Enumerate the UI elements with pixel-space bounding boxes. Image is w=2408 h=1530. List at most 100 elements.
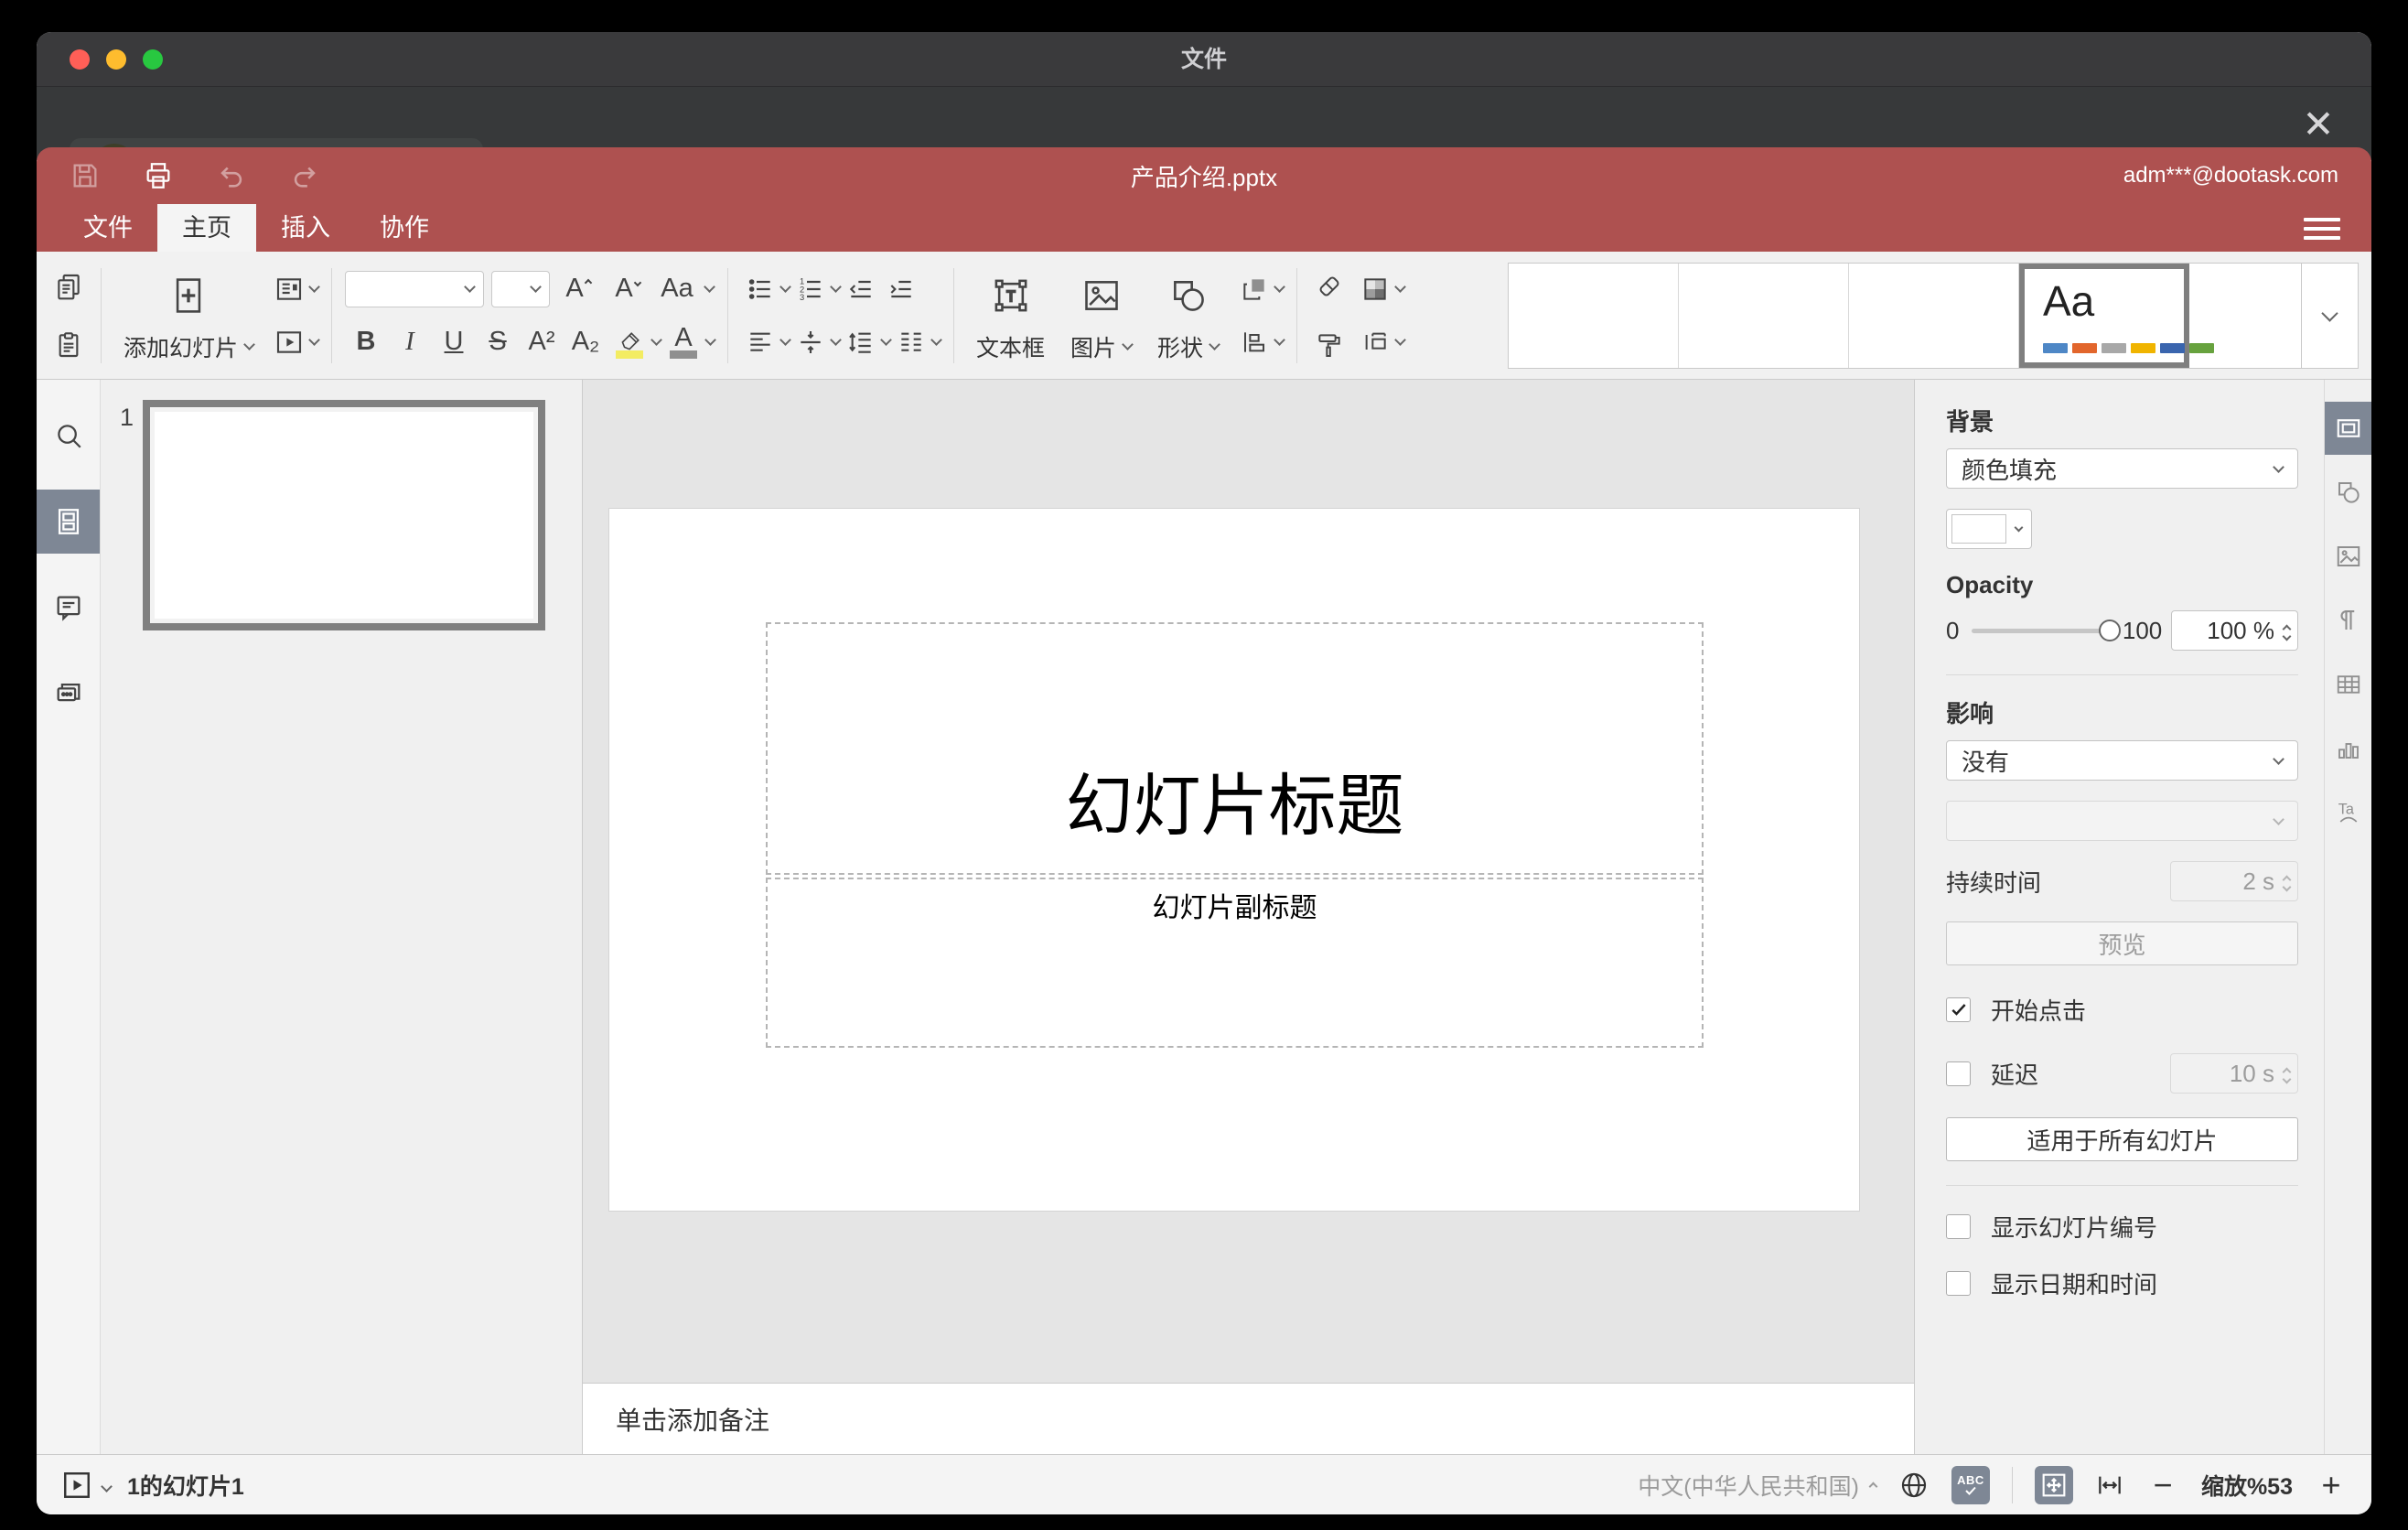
globe-icon[interactable] [1898, 1470, 1930, 1501]
slideshow-options-chevron-icon[interactable] [101, 1481, 113, 1492]
search-icon[interactable] [37, 404, 100, 468]
delay-checkbox[interactable] [1946, 1061, 1971, 1086]
fit-width-icon[interactable] [2095, 1471, 2124, 1500]
theme-thumbnail-selected[interactable]: Aa [2019, 263, 2214, 368]
image-settings-icon[interactable] [2325, 530, 2371, 583]
copy-button[interactable] [49, 264, 88, 308]
shape-settings-icon[interactable] [2325, 466, 2371, 519]
decrease-indent-button[interactable] [842, 267, 880, 311]
horizontal-align-button[interactable] [741, 320, 779, 364]
zoom-in-button[interactable]: + [2315, 1466, 2348, 1504]
paragraph-settings-icon[interactable] [2325, 594, 2371, 647]
macos-titlebar: 文件 [37, 32, 2371, 87]
print-icon[interactable] [143, 160, 174, 191]
title-placeholder[interactable]: 幻灯片标题 [766, 622, 1704, 875]
opacity-spinner[interactable]: 100 % [2171, 610, 2298, 651]
superscript-button[interactable]: A² [521, 320, 563, 364]
arrange-shape-button[interactable] [1235, 267, 1274, 311]
slide-thumbnail-selected[interactable] [143, 400, 545, 630]
tab-home[interactable]: 主页 [157, 204, 256, 252]
bullets-button[interactable] [741, 267, 779, 311]
numbering-button[interactable]: 123 [791, 267, 830, 311]
chat-icon[interactable] [37, 662, 100, 726]
theme-thumbnail[interactable] [1849, 263, 2019, 368]
preview-button: 预览 [1946, 921, 2298, 965]
shape-button[interactable]: 形状 [1148, 264, 1228, 367]
menu-icon[interactable] [2304, 215, 2340, 242]
svg-text:3: 3 [800, 293, 804, 302]
font-size-select[interactable] [491, 270, 551, 307]
notes-input[interactable]: 单击添加备注 [583, 1383, 1914, 1454]
decrease-font-button[interactable]: A [607, 267, 649, 311]
divider [1946, 674, 2298, 675]
slide-subtitle-text: 幻灯片副标题 [1152, 893, 1317, 923]
subtitle-placeholder[interactable]: 幻灯片副标题 [766, 878, 1704, 1048]
bold-button[interactable]: B [345, 320, 387, 364]
font-name-select[interactable] [345, 270, 485, 307]
effect-select[interactable]: 没有 [1946, 740, 2298, 781]
show-slide-number-checkbox[interactable] [1946, 1213, 1971, 1239]
line-spacing-button[interactable] [842, 320, 880, 364]
text-art-settings-icon[interactable]: Ta [2325, 786, 2371, 839]
highlight-color-button[interactable] [608, 320, 650, 364]
tab-file[interactable]: 文件 [59, 204, 157, 252]
undo-icon[interactable] [216, 160, 247, 191]
comments-icon[interactable] [37, 576, 100, 640]
background-fill-select[interactable]: 颜色填充 [1946, 448, 2298, 489]
paste-button[interactable] [49, 323, 88, 367]
background-color-picker[interactable] [1946, 509, 2032, 549]
underline-button[interactable]: U [433, 320, 475, 364]
add-slide-button[interactable]: 添加幻灯片 [114, 264, 263, 367]
slide-layout-button[interactable] [270, 267, 308, 311]
tab-insert[interactable]: 插入 [256, 204, 355, 252]
increase-font-button[interactable]: A [557, 267, 599, 311]
theme-gallery-expand-button[interactable] [2302, 262, 2359, 369]
delay-label: 延迟 [1991, 1061, 2039, 1089]
image-icon [1081, 266, 1122, 325]
spellcheck-icon[interactable]: ABC [1951, 1465, 1990, 1504]
document-title: 产品介绍.pptx [1130, 163, 1278, 191]
close-icon[interactable]: ✕ [2293, 98, 2344, 149]
opacity-slider[interactable] [1972, 620, 2121, 641]
fit-slide-icon[interactable] [2034, 1465, 2073, 1504]
redo-icon[interactable] [289, 160, 320, 191]
start-slideshow-status-icon[interactable] [60, 1469, 93, 1502]
status-bar: 1的幻灯片1 中文(中华人民共和国) ABC − 缩放%53 + [37, 1454, 2371, 1514]
clipboard-group [49, 264, 88, 367]
increase-indent-button[interactable] [882, 267, 920, 311]
slide-size-button[interactable] [1356, 320, 1394, 364]
apply-to-all-slides-button[interactable]: 适用于所有幻灯片 [1946, 1117, 2298, 1161]
save-icon[interactable] [70, 160, 101, 191]
columns-button[interactable] [892, 320, 930, 364]
vertical-align-button[interactable] [791, 320, 830, 364]
start-on-click-checkbox[interactable] [1946, 997, 1971, 1022]
zoom-out-button[interactable]: − [2146, 1466, 2179, 1504]
image-button[interactable]: 图片 [1061, 264, 1141, 367]
window-title: 文件 [1180, 47, 1227, 72]
subscript-button[interactable]: A₂ [564, 320, 607, 364]
clear-style-button[interactable] [1310, 264, 1349, 308]
change-case-button[interactable]: Aa [656, 267, 698, 311]
svg-text:Ta: Ta [2338, 801, 2354, 817]
start-slideshow-button[interactable] [270, 320, 308, 364]
chart-settings-icon[interactable] [2325, 722, 2371, 775]
font-color-button[interactable]: A [662, 320, 704, 364]
app-window: 文件 ✕ 产品介绍.pptx adm***@dootask.com 文件 主页 … [37, 32, 2371, 1514]
color-scheme-button[interactable] [1356, 267, 1394, 311]
text-box-button[interactable]: 文本框 [967, 264, 1054, 367]
table-settings-icon[interactable] [2325, 658, 2371, 711]
slide-settings-icon[interactable] [2325, 402, 2371, 455]
slide[interactable]: 幻灯片标题 幻灯片副标题 [609, 509, 1859, 1211]
align-shape-button[interactable] [1235, 320, 1274, 364]
divider [1296, 267, 1298, 363]
opacity-slider-thumb[interactable] [2098, 620, 2121, 641]
show-date-time-checkbox[interactable] [1946, 1270, 1971, 1296]
slides-panel-icon[interactable] [37, 490, 100, 554]
italic-button[interactable]: I [389, 320, 431, 364]
theme-thumbnail[interactable] [1679, 263, 1849, 368]
tab-collaboration[interactable]: 协作 [355, 204, 454, 252]
theme-thumbnail[interactable] [1509, 263, 1679, 368]
copy-style-button[interactable] [1310, 323, 1349, 367]
language-selector[interactable]: 中文(中华人民共和国) [1638, 1469, 1878, 1502]
strikethrough-button[interactable]: S [477, 320, 519, 364]
